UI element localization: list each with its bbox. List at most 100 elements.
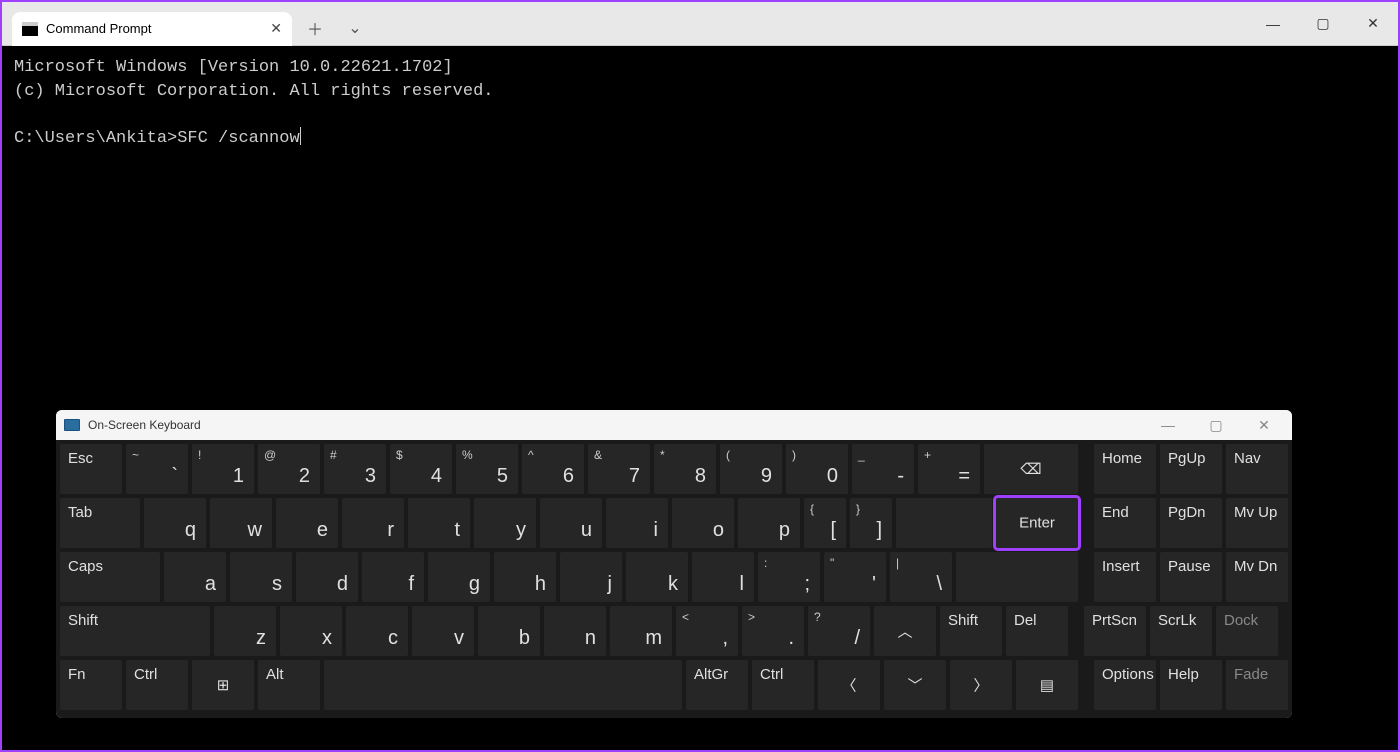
key-h[interactable]: h — [494, 552, 556, 602]
key-shift-right[interactable]: Shift — [940, 606, 1002, 656]
key-caps[interactable]: Caps — [60, 552, 160, 602]
key-esc[interactable]: Esc — [60, 444, 122, 494]
key-x[interactable]: x — [280, 606, 342, 656]
key-`[interactable]: ~` — [126, 444, 188, 494]
key-options[interactable]: Options — [1094, 660, 1156, 710]
key-tab[interactable]: Tab — [60, 498, 140, 548]
key-enter[interactable]: Enter — [996, 498, 1078, 548]
key-g[interactable]: g — [428, 552, 490, 602]
key-down[interactable]: ﹀ — [884, 660, 946, 710]
key-][interactable]: }] — [850, 498, 892, 548]
osk-close-button[interactable]: ✕ — [1244, 417, 1284, 434]
key-p[interactable]: p — [738, 498, 800, 548]
key-/[interactable]: ?/ — [808, 606, 870, 656]
key-ctrl-right[interactable]: Ctrl — [752, 660, 814, 710]
key-shift-left[interactable]: Shift — [60, 606, 210, 656]
key-up[interactable]: ︿ — [874, 606, 936, 656]
key-left[interactable]: 〈 — [818, 660, 880, 710]
key-home[interactable]: Home — [1094, 444, 1156, 494]
key-r[interactable]: r — [342, 498, 404, 548]
key-i[interactable]: i — [606, 498, 668, 548]
key-2[interactable]: @2 — [258, 444, 320, 494]
key-dock[interactable]: Dock — [1216, 606, 1278, 656]
key--[interactable]: _- — [852, 444, 914, 494]
key-ctrl-left[interactable]: Ctrl — [126, 660, 188, 710]
key-y[interactable]: y — [474, 498, 536, 548]
key-=[interactable]: += — [918, 444, 980, 494]
key-n[interactable]: n — [544, 606, 606, 656]
key-b[interactable]: b — [478, 606, 540, 656]
key-\[interactable]: |\ — [890, 552, 952, 602]
key-mvdn[interactable]: Mv Dn — [1226, 552, 1288, 602]
key-blank[interactable] — [956, 552, 1078, 602]
osk-titlebar[interactable]: On-Screen Keyboard — ▢ ✕ — [56, 410, 1292, 440]
key-7[interactable]: &7 — [588, 444, 650, 494]
key-t[interactable]: t — [408, 498, 470, 548]
tab-title: Command Prompt — [46, 21, 151, 36]
key-end[interactable]: End — [1094, 498, 1156, 548]
key-k[interactable]: k — [626, 552, 688, 602]
key-backspace[interactable]: ⌫ — [984, 444, 1078, 494]
key-c[interactable]: c — [346, 606, 408, 656]
window-controls: — ▢ ✕ — [1248, 2, 1398, 46]
key-o[interactable]: o — [672, 498, 734, 548]
key-a[interactable]: a — [164, 552, 226, 602]
key-,[interactable]: <, — [676, 606, 738, 656]
minimize-button[interactable]: — — [1248, 2, 1298, 46]
key-w[interactable]: w — [210, 498, 272, 548]
key-e[interactable]: e — [276, 498, 338, 548]
key-scrlk[interactable]: ScrLk — [1150, 606, 1212, 656]
key-6[interactable]: ^6 — [522, 444, 584, 494]
osk-maximize-button[interactable]: ▢ — [1196, 417, 1236, 434]
key-pgdn[interactable]: PgDn — [1160, 498, 1222, 548]
key-help[interactable]: Help — [1160, 660, 1222, 710]
key-menu[interactable]: ▤ — [1016, 660, 1078, 710]
key-right[interactable]: 〉 — [950, 660, 1012, 710]
maximize-button[interactable]: ▢ — [1298, 2, 1348, 46]
key-.[interactable]: >. — [742, 606, 804, 656]
key-blank[interactable] — [896, 498, 992, 548]
key-fade[interactable]: Fade — [1226, 660, 1288, 710]
key-3[interactable]: #3 — [324, 444, 386, 494]
cursor — [300, 127, 301, 145]
tab-dropdown-button[interactable]: ⌄ — [338, 11, 372, 45]
key-f[interactable]: f — [362, 552, 424, 602]
key-q[interactable]: q — [144, 498, 206, 548]
tab-close-icon[interactable]: ✕ — [270, 20, 282, 37]
close-button[interactable]: ✕ — [1348, 2, 1398, 46]
new-tab-button[interactable]: ＋ — [298, 11, 332, 45]
key-alt-left[interactable]: Alt — [258, 660, 320, 710]
key-'[interactable]: "' — [824, 552, 886, 602]
osk-minimize-button[interactable]: — — [1148, 417, 1188, 433]
key-;[interactable]: :; — [758, 552, 820, 602]
key-z[interactable]: z — [214, 606, 276, 656]
key-[[interactable]: {[ — [804, 498, 846, 548]
key-win[interactable]: ⊞ — [192, 660, 254, 710]
windows-icon: ⊞ — [217, 676, 230, 694]
tab-command-prompt[interactable]: Command Prompt ✕ — [12, 12, 292, 46]
key-j[interactable]: j — [560, 552, 622, 602]
key-prtscn[interactable]: PrtScn — [1084, 606, 1146, 656]
key-pgup[interactable]: PgUp — [1160, 444, 1222, 494]
key-5[interactable]: %5 — [456, 444, 518, 494]
key-pause[interactable]: Pause — [1160, 552, 1222, 602]
key-u[interactable]: u — [540, 498, 602, 548]
key-9[interactable]: (9 — [720, 444, 782, 494]
key-insert[interactable]: Insert — [1094, 552, 1156, 602]
key-v[interactable]: v — [412, 606, 474, 656]
key-d[interactable]: d — [296, 552, 358, 602]
key-space[interactable] — [324, 660, 682, 710]
key-8[interactable]: *8 — [654, 444, 716, 494]
key-1[interactable]: !1 — [192, 444, 254, 494]
key-del[interactable]: Del — [1006, 606, 1068, 656]
osk-title: On-Screen Keyboard — [88, 418, 201, 432]
key-l[interactable]: l — [692, 552, 754, 602]
key-m[interactable]: m — [610, 606, 672, 656]
key-s[interactable]: s — [230, 552, 292, 602]
key-fn[interactable]: Fn — [60, 660, 122, 710]
key-0[interactable]: )0 — [786, 444, 848, 494]
key-nav[interactable]: Nav — [1226, 444, 1288, 494]
key-mvup[interactable]: Mv Up — [1226, 498, 1288, 548]
key-4[interactable]: $4 — [390, 444, 452, 494]
key-altgr[interactable]: AltGr — [686, 660, 748, 710]
